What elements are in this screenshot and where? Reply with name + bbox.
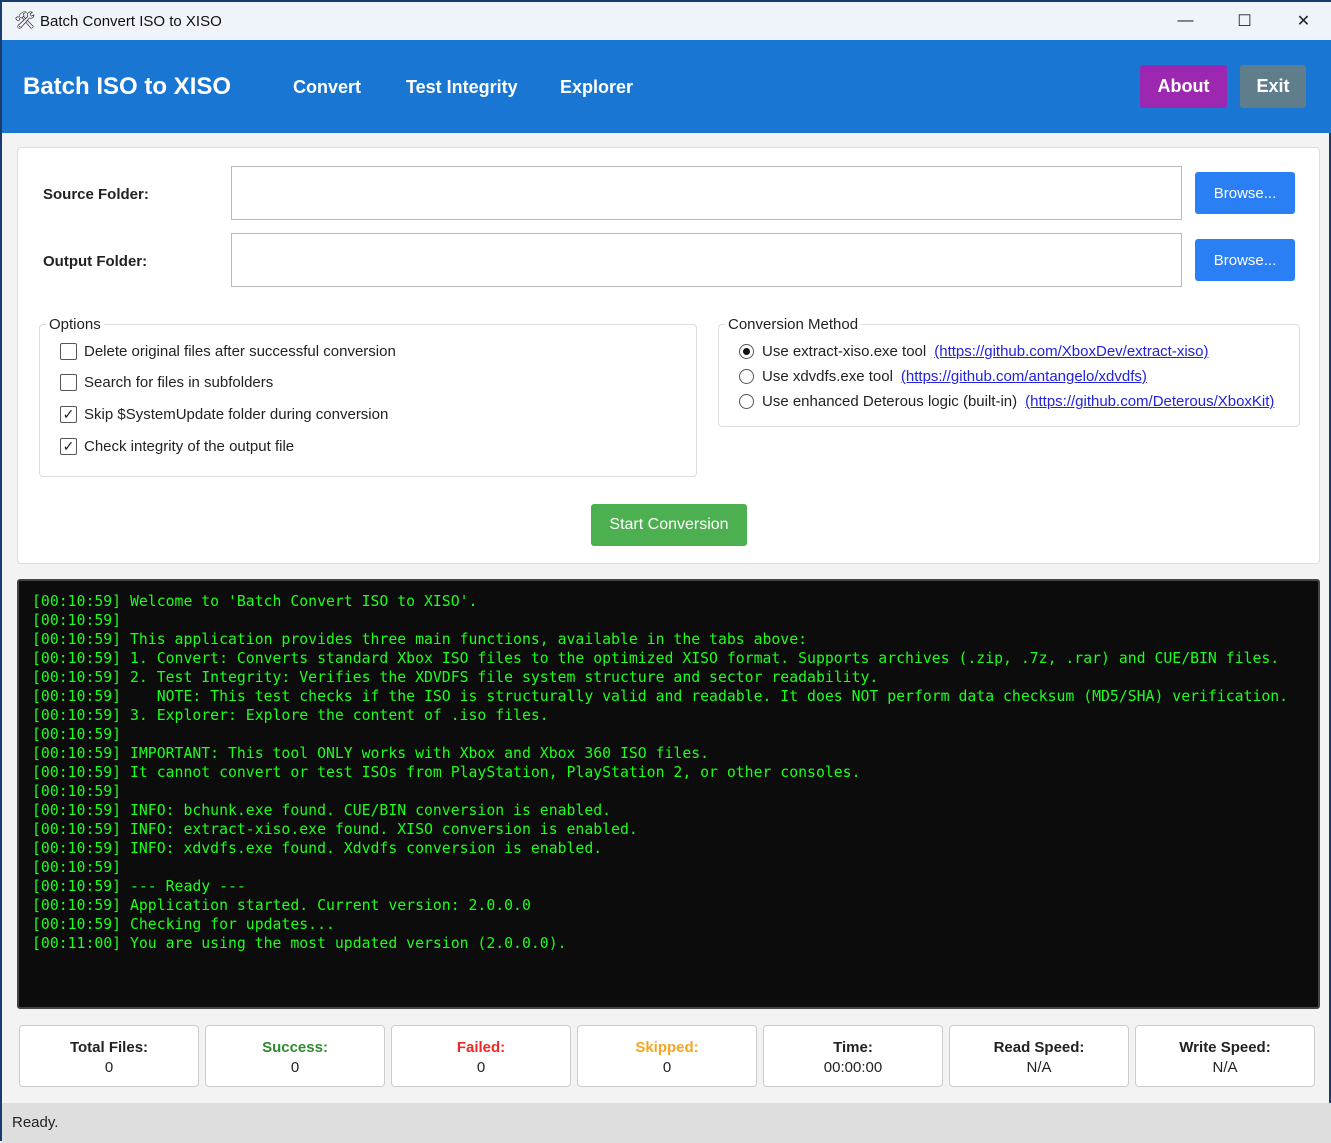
log-line: [00:11:00] You are using the most update…	[32, 935, 567, 952]
method-xdvdfs[interactable]: Use xdvdfs.exe tool (https://github.com/a…	[739, 368, 1147, 385]
log-line: [00:10:59] 2. Test Integrity: Verifies t…	[32, 669, 879, 686]
log-line: [00:10:59] NOTE: This test checks if the…	[32, 688, 1289, 705]
log-line: [00:10:59] 3. Explorer: Explore the cont…	[32, 707, 549, 724]
close-button[interactable]: ✕	[1274, 2, 1331, 40]
source-folder-label: Source Folder:	[43, 186, 149, 203]
stat-label: Write Speed:	[1179, 1039, 1271, 1056]
log-line: [00:10:59]	[32, 783, 122, 800]
log-line: [00:10:59] INFO: xdvdfs.exe found. Xdvdf…	[32, 840, 603, 857]
log-line: [00:10:59] IMPORTANT: This tool ONLY wor…	[32, 745, 710, 762]
stat-label: Total Files:	[69, 1039, 149, 1056]
options-group: Options Delete original files after succ…	[39, 316, 697, 477]
method-label: Use enhanced Deterous logic (built-in)	[762, 393, 1018, 410]
options-legend: Options	[46, 316, 104, 333]
checkbox[interactable]	[60, 374, 77, 391]
log-line: [00:10:59] 1. Convert: Converts standard…	[32, 650, 1280, 667]
output-folder-input[interactable]	[231, 233, 1182, 287]
radio[interactable]	[739, 394, 754, 409]
method-label: Use xdvdfs.exe tool	[762, 368, 893, 385]
checkbox-checked[interactable]: ✓	[60, 438, 77, 455]
stat-label: Read Speed:	[993, 1039, 1085, 1056]
option-label: Search for files in subfolders	[84, 374, 274, 391]
log-output[interactable]: [00:10:59] Welcome to 'Batch Convert ISO…	[17, 579, 1320, 1009]
tab-test-integrity[interactable]: Test Integrity	[406, 77, 518, 98]
browse-source-button[interactable]: Browse...	[1195, 172, 1295, 214]
log-line: [00:10:59]	[32, 859, 122, 876]
tab-explorer[interactable]: Explorer	[560, 77, 633, 98]
stat-value: N/A	[1026, 1059, 1052, 1076]
extract-xiso-link[interactable]: (https://github.com/XboxDev/extract-xiso…	[934, 343, 1208, 360]
stat-value: 0	[662, 1059, 672, 1076]
stat-card: Total Files: 0	[19, 1025, 199, 1087]
title-bar: 🛠 Batch Convert ISO to XISO — ☐ ✕	[2, 2, 1331, 40]
stat-card: Time: 00:00:00	[763, 1025, 943, 1087]
log-line: [00:10:59] Welcome to 'Batch Convert ISO…	[32, 593, 478, 610]
stat-value: 00:00:00	[823, 1059, 883, 1076]
log-line: [00:10:59] --- Ready ---	[32, 878, 246, 895]
tools-icon: 🛠	[14, 11, 36, 30]
checkbox[interactable]	[60, 343, 77, 360]
minimize-button[interactable]: —	[1156, 2, 1215, 40]
stats-bar: Total Files: 0 Success: 0 Failed: 0 Skipped: 0 T…	[19, 1025, 1315, 1087]
log-line: [00:10:59]	[32, 726, 122, 743]
stat-value: 0	[290, 1059, 300, 1076]
option-label: Skip $SystemUpdate folder during convers…	[84, 406, 389, 423]
exit-button[interactable]: Exit	[1240, 65, 1306, 108]
settings-panel: Source Folder: Browse... Output Folder: …	[17, 147, 1320, 564]
option-search-subfolders[interactable]: Search for files in subfolders	[60, 374, 273, 391]
log-line: [00:10:59] Application started. Current …	[32, 897, 531, 914]
stat-label: Skipped:	[635, 1039, 699, 1056]
stat-value: 0	[104, 1059, 114, 1076]
xdvdfs-link[interactable]: (https://github.com/antangelo/xdvdfs)	[901, 368, 1147, 385]
stat-label: Failed:	[456, 1039, 506, 1056]
app-header: Batch ISO to XISO Convert Test Integrity…	[2, 40, 1331, 133]
stat-value: N/A	[1212, 1059, 1238, 1076]
checkbox-checked[interactable]: ✓	[60, 406, 77, 423]
option-label: Delete original files after successful c…	[84, 343, 396, 360]
log-line: [00:10:59] This application provides thr…	[32, 631, 808, 648]
log-line: [00:10:59] INFO: bchunk.exe found. CUE/B…	[32, 802, 612, 819]
option-delete-originals[interactable]: Delete original files after successful c…	[60, 343, 396, 360]
method-deterous[interactable]: Use enhanced Deterous logic (built-in) (h…	[739, 393, 1274, 410]
method-label: Use extract-xiso.exe tool	[762, 343, 927, 360]
stat-label: Success:	[262, 1039, 328, 1056]
about-button[interactable]: About	[1140, 65, 1227, 108]
xboxkit-link[interactable]: (https://github.com/Deterous/XboxKit)	[1025, 393, 1274, 410]
radio[interactable]	[739, 369, 754, 384]
option-label: Check integrity of the output file	[84, 438, 295, 455]
source-folder-input[interactable]	[231, 166, 1182, 220]
stat-card: Skipped: 0	[577, 1025, 757, 1087]
status-bar: Ready.	[2, 1103, 1331, 1143]
method-legend: Conversion Method	[725, 316, 862, 333]
option-check-integrity[interactable]: ✓ Check integrity of the output file	[60, 438, 294, 455]
conversion-method-group: Conversion Method Use extract-xiso.exe t…	[718, 316, 1300, 427]
log-line: [00:10:59] It cannot convert or test ISO…	[32, 764, 861, 781]
tab-convert[interactable]: Convert	[293, 77, 361, 98]
log-line: [00:10:59]	[32, 612, 122, 629]
stat-card: Read Speed: N/A	[949, 1025, 1129, 1087]
output-folder-label: Output Folder:	[43, 253, 148, 270]
window-title: Batch Convert ISO to XISO	[40, 12, 222, 30]
stat-label: Time:	[833, 1039, 873, 1056]
maximize-button[interactable]: ☐	[1215, 2, 1274, 40]
log-line: [00:10:59] INFO: extract-xiso.exe found.…	[32, 821, 638, 838]
log-line: [00:10:59] Checking for updates...	[32, 916, 335, 933]
browse-output-button[interactable]: Browse...	[1195, 239, 1295, 281]
stat-card: Write Speed: N/A	[1135, 1025, 1315, 1087]
stat-value: 0	[476, 1059, 486, 1076]
stat-card: Success: 0	[205, 1025, 385, 1087]
option-skip-systemupdate[interactable]: ✓ Skip $SystemUpdate folder during conver…	[60, 406, 388, 423]
method-extract-xiso[interactable]: Use extract-xiso.exe tool (https://github…	[739, 343, 1209, 360]
radio-selected[interactable]	[739, 344, 754, 359]
app-brand: Batch ISO to XISO	[23, 73, 232, 100]
start-conversion-button[interactable]: Start Conversion	[591, 504, 747, 546]
stat-card: Failed: 0	[391, 1025, 571, 1087]
